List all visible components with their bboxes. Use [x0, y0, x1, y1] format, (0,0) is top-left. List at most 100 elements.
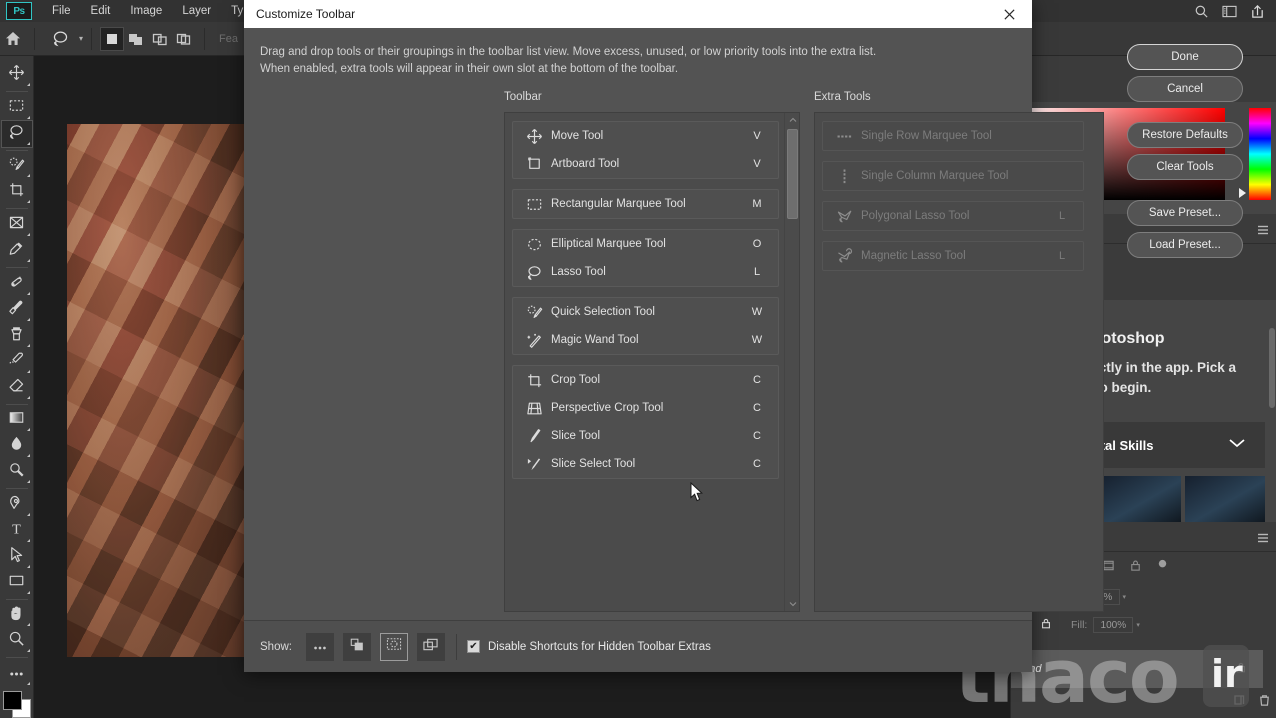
tool-dodge-tool[interactable]: [2, 459, 32, 485]
learn-thumbnail[interactable]: [1185, 476, 1265, 522]
tool-list-item[interactable]: Magnetic Lasso Tool L: [823, 242, 1083, 270]
tool-move-tool[interactable]: [2, 62, 32, 88]
tool-rectangular-marquee-tool[interactable]: [2, 95, 32, 121]
tool-group[interactable]: Quick Selection Tool W Magic Wand Tool W: [512, 297, 779, 355]
scrollbar-thumb[interactable]: [787, 129, 798, 219]
tool-list-item[interactable]: Single Row Marquee Tool: [823, 122, 1083, 150]
tool-clone-stamp-tool[interactable]: [2, 323, 32, 349]
lock-icon[interactable]: [1129, 559, 1142, 577]
document-image[interactable]: [67, 124, 249, 657]
extra-tools-dots-toggle-button[interactable]: [305, 632, 334, 661]
cancel-button[interactable]: Cancel: [1127, 76, 1243, 102]
tool-list-item[interactable]: Magic Wand Tool W: [513, 326, 778, 354]
tool-group[interactable]: Polygonal Lasso Tool L: [822, 201, 1084, 231]
edit-toolbar-toggle-button[interactable]: [342, 632, 371, 661]
tool-list-item[interactable]: Rectangular Marquee Tool M: [513, 190, 778, 218]
tool-gradient-tool[interactable]: [2, 407, 32, 433]
tool-rectangle-tool[interactable]: [2, 570, 32, 596]
scroll-down-icon[interactable]: [785, 597, 799, 611]
chevron-down-icon[interactable]: ▾: [79, 34, 83, 43]
new-selection-icon[interactable]: [100, 26, 125, 51]
tool-pen-tool[interactable]: [2, 492, 32, 518]
tool-hand-tool[interactable]: [2, 603, 32, 629]
fill-value[interactable]: 100%: [1093, 617, 1134, 633]
tool-quick-selection-tool[interactable]: [2, 154, 32, 180]
tool-list-item[interactable]: Crop Tool C: [513, 366, 778, 394]
color-swatches[interactable]: [2, 691, 31, 718]
tool-group[interactable]: Single Column Marquee Tool: [822, 161, 1084, 191]
subtract-from-selection-icon[interactable]: [148, 27, 172, 51]
layer-dot-icon[interactable]: [1156, 559, 1169, 577]
tool-lasso-tool[interactable]: [0, 119, 33, 148]
tool-path-selection-tool[interactable]: [2, 544, 32, 570]
rectangular-marquee-tool-icon: [521, 196, 547, 213]
screen-mode-toggle-button[interactable]: [416, 632, 445, 661]
tool-frame-tool[interactable]: [2, 212, 32, 238]
disable-shortcuts-checkbox[interactable]: ✔: [466, 640, 480, 653]
tool-crop-tool[interactable]: [2, 179, 32, 205]
menu-item-edit[interactable]: Edit: [81, 0, 121, 22]
tool-blur-tool[interactable]: [2, 433, 32, 459]
tool-list-item[interactable]: Slice Tool C: [513, 422, 778, 450]
tool-group[interactable]: Rectangular Marquee Tool M: [512, 189, 779, 219]
tool-eyedropper-tool[interactable]: [2, 238, 32, 264]
tool-type-tool[interactable]: T: [2, 518, 32, 544]
tool-group[interactable]: Elliptical Marquee Tool O Lasso Tool L: [512, 229, 779, 287]
workspace-icon[interactable]: [1216, 0, 1242, 24]
delete-layer-icon[interactable]: [1258, 693, 1271, 712]
done-button[interactable]: Done: [1127, 44, 1243, 70]
tool-group[interactable]: Crop Tool C Perspective Crop Tool C Slice To…: [512, 365, 779, 479]
photoshop-logo[interactable]: Ps: [6, 2, 32, 20]
close-icon[interactable]: [986, 0, 1032, 28]
share-icon[interactable]: [1244, 0, 1270, 24]
clear-tools-button[interactable]: Clear Tools: [1127, 154, 1243, 180]
add-to-selection-icon[interactable]: [124, 27, 148, 51]
tool-brush-tool[interactable]: [2, 297, 32, 323]
menu-item-layer[interactable]: Layer: [172, 0, 221, 22]
tool-preset-picker[interactable]: [43, 26, 77, 52]
tool-list-item[interactable]: Single Column Marquee Tool: [823, 162, 1083, 190]
intersect-selection-icon[interactable]: [172, 27, 196, 51]
tool-list-item[interactable]: Elliptical Marquee Tool O: [513, 230, 778, 258]
panel-menu-icon[interactable]: [1257, 225, 1269, 238]
tool-list-item[interactable]: Perspective Crop Tool C: [513, 394, 778, 422]
fill-chevron-icon[interactable]: ▾: [1136, 621, 1140, 629]
learn-panel-scrollbar[interactable]: [1269, 328, 1275, 408]
scroll-up-icon[interactable]: [785, 113, 799, 127]
tool-list-item[interactable]: Artboard Tool V: [513, 150, 778, 178]
restore-defaults-button[interactable]: Restore Defaults: [1127, 122, 1243, 148]
toolbar-tool-list[interactable]: Move Tool V Artboard Tool V Rectangular Marq…: [504, 112, 800, 612]
tool-list-item[interactable]: Move Tool V: [513, 122, 778, 150]
tool-list-item[interactable]: Slice Select Tool C: [513, 450, 778, 478]
toolbar-list-scrollbar[interactable]: [784, 113, 799, 611]
load-preset-button[interactable]: Load Preset...: [1127, 232, 1243, 258]
tool-eraser-tool[interactable]: [2, 375, 32, 401]
learn-thumbnail[interactable]: [1101, 476, 1181, 522]
tool-list-item[interactable]: Lasso Tool L: [513, 258, 778, 286]
save-preset-button[interactable]: Save Preset...: [1127, 200, 1243, 226]
menu-item-file[interactable]: File: [42, 0, 81, 22]
show-button-group: [305, 632, 454, 661]
foreground-color-swatch[interactable]: [2, 691, 22, 711]
search-icon[interactable]: [1188, 0, 1214, 24]
tool-more-tools[interactable]: [2, 661, 32, 687]
tool-healing-brush-tool[interactable]: [2, 271, 32, 297]
tool-group[interactable]: Single Row Marquee Tool: [822, 121, 1084, 151]
opacity-chevron-icon[interactable]: ▾: [1123, 593, 1127, 601]
foreground-background-colors-toggle-button[interactable]: [379, 632, 408, 661]
lasso-tool-icon: [8, 123, 25, 145]
tool-zoom-tool[interactable]: [2, 628, 32, 654]
lock-all-icon[interactable]: [1035, 617, 1057, 633]
hue-strip[interactable]: [1249, 108, 1271, 200]
panel-menu-icon[interactable]: [1257, 533, 1269, 546]
home-icon[interactable]: [0, 26, 26, 52]
tool-list-item[interactable]: Quick Selection Tool W: [513, 298, 778, 326]
menu-item-image[interactable]: Image: [120, 0, 172, 22]
tool-history-brush-tool[interactable]: [2, 349, 32, 375]
chevron-down-icon[interactable]: [1227, 436, 1247, 454]
tool-list-item[interactable]: Polygonal Lasso Tool L: [823, 202, 1083, 230]
tool-group[interactable]: Magnetic Lasso Tool L: [822, 241, 1084, 271]
polygonal-lasso-tool-icon: [831, 208, 857, 225]
tool-group[interactable]: Move Tool V Artboard Tool V: [512, 121, 779, 179]
extra-tool-list[interactable]: Single Row Marquee Tool Single Column Mar…: [814, 112, 1104, 612]
